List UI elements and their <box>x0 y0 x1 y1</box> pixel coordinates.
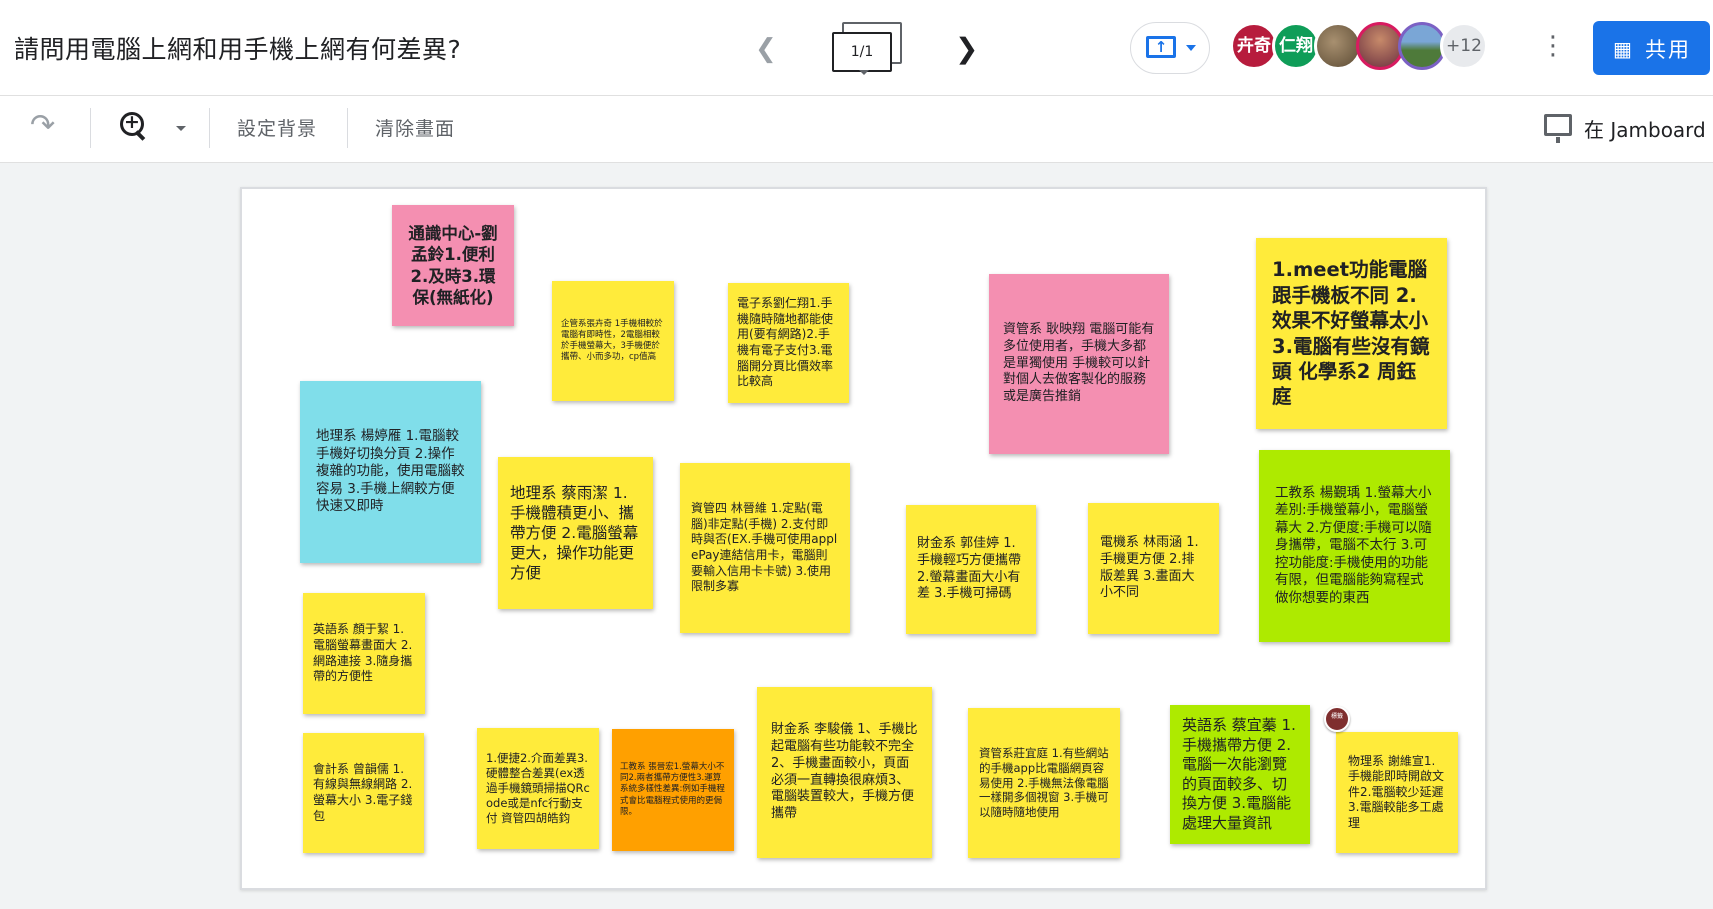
frame-selector[interactable]: 1/1 <box>830 22 902 75</box>
sticky-note[interactable]: 物理系 謝維宣1.手機能即時開啟文件2.電腦較少延遲3.電腦較能多工處理 <box>1336 732 1458 853</box>
avatar[interactable]: 卉奇 <box>1230 22 1278 70</box>
zoom-button[interactable]: + <box>116 106 150 146</box>
sticky-note-text: 1.meet功能電腦跟手機板不同 2.效果不好螢幕太小 3.電腦有些沒有鏡頭 化… <box>1272 258 1430 409</box>
sticky-note[interactable]: 英語系 蔡宜蓁 1.手機攜帶方便 2.電腦一次能瀏覽的頁面較多、切換方便 3.電… <box>1170 705 1310 844</box>
open-in-jamboard-label: 在 Jamboard <box>1584 118 1706 142</box>
sticky-note[interactable]: 財金系 郭佳婷 1.手機輕巧方便攜帶 2.螢幕畫面大小有差 3.手機可掃碼 <box>906 505 1036 634</box>
toolbar: ↷ + 設定背景 清除畫面 在 Jamboard <box>0 96 1713 163</box>
plus-icon: + <box>124 111 140 133</box>
previous-frame-button[interactable]: ❮ <box>755 34 777 64</box>
sticky-note[interactable]: 財金系 李駿儀 1、手機比起電腦有些功能較不完全2、手機畫面較小，頁面必須一直轉… <box>757 687 932 858</box>
set-background-button[interactable]: 設定背景 <box>237 114 317 141</box>
sticky-note[interactable]: 會計系 曾韻儒 1.有線與無線網路 2.螢幕大小 3.電子錢包 <box>303 733 424 853</box>
sticky-note[interactable]: 英語系 顏于絜 1.電腦螢幕畫面大 2.網路連接 3.隨身攜帶的方便性 <box>303 593 425 714</box>
sticky-note[interactable]: 工教系 張晉宏1.螢幕大小不同2.兩者攜帶方便性3.運算系統多樣性差異:例如手機… <box>612 729 734 851</box>
avatar-overflow-count[interactable]: +12 <box>1440 22 1488 70</box>
sticky-note-text: 財金系 郭佳婷 1.手機輕巧方便攜帶 2.螢幕畫面大小有差 3.手機可掃碼 <box>917 535 1022 602</box>
redo-icon[interactable]: ↷ <box>30 108 55 143</box>
sticky-note[interactable]: 資管系 耿映翔 電腦可能有多位使用者，手機大多都是單獨使用 手機較可以針對個人去… <box>989 274 1169 454</box>
sticky-note-text: 英語系 顏于絜 1.電腦螢幕畫面大 2.網路連接 3.隨身攜帶的方便性 <box>313 622 413 684</box>
sticky-note-text: 工教系 張晉宏1.螢幕大小不同2.兩者攜帶方便性3.運算系統多樣性差異:例如手機… <box>620 762 725 817</box>
sticky-note-text: 財金系 李駿儀 1、手機比起電腦有些功能較不完全2、手機畫面較小，頁面必須一直轉… <box>771 721 918 822</box>
map-pin-icon[interactable]: 標籤 <box>1324 706 1350 732</box>
sticky-note-text: 英語系 蔡宜蓁 1.手機攜帶方便 2.電腦一次能瀏覽的頁面較多、切換方便 3.電… <box>1182 716 1296 832</box>
divider <box>347 108 348 148</box>
share-label: 共用 <box>1645 38 1691 62</box>
sticky-note-text: 地理系 蔡雨潔 1.手機體積更小、攜帶方便 2.電腦螢幕更大，操作功能更方便 <box>510 483 639 583</box>
frame-counter: 1/1 <box>832 32 892 72</box>
sticky-note-text: 電機系 林雨涵 1.手機更方便 2.排版差異 3.畫面大小不同 <box>1100 534 1199 601</box>
avatar[interactable] <box>1398 22 1446 70</box>
sticky-note[interactable]: 1.便捷2.介面差異3.硬體整合差異(ex透過手機鏡頭掃描QRcode或是nfc… <box>477 728 599 849</box>
share-button[interactable]: ▦ 共用 <box>1593 21 1710 75</box>
sticky-note-text: 地理系 楊婷雁 1.電腦較手機好切換分頁 2.操作複雜的功能，使用電腦較容易 3… <box>316 428 465 515</box>
sticky-note[interactable]: 資管系莊宜庭 1.有些網站的手機app比電腦網頁容易使用 2.手機無法像電腦一樣… <box>968 708 1120 858</box>
chevron-down-icon <box>859 70 869 75</box>
clear-frame-button[interactable]: 清除畫面 <box>375 114 455 141</box>
sticky-note-text: 電子系劉仁翔1.手機隨時隨地都能使用(要有網路)2.手機有電子支付3.電腦開分頁… <box>737 296 834 389</box>
sticky-note[interactable]: 企管系張卉奇 1手機相較於電腦有即時性，2電腦相較於手機螢幕大，3手機便於攜帶、… <box>552 281 674 401</box>
sticky-note[interactable]: 工教系 楊覲瑀 1.螢幕大小差別:手機螢幕小，電腦螢幕大 2.方便度:手機可以隨… <box>1259 450 1450 642</box>
board-title[interactable]: 請問用電腦上網和用手機上網有何差異? <box>14 30 461 66</box>
sticky-note[interactable]: 地理系 蔡雨潔 1.手機體積更小、攜帶方便 2.電腦螢幕更大，操作功能更方便 <box>498 457 653 609</box>
avatar[interactable] <box>1314 22 1362 70</box>
zoom-dropdown-icon[interactable] <box>176 126 186 131</box>
sticky-note-text: 工教系 楊覲瑀 1.螢幕大小差別:手機螢幕小，電腦螢幕大 2.方便度:手機可以隨… <box>1275 484 1432 606</box>
sticky-note-text: 通識中心-劉孟鈴1.便利2.及時3.環保(無紙化) <box>408 223 498 307</box>
avatar-label: 仁翔 <box>1279 36 1313 56</box>
chevron-down-icon <box>1186 45 1196 51</box>
divider <box>90 108 91 148</box>
avatar-overflow-label: +12 <box>1446 36 1482 56</box>
next-frame-button[interactable]: ❯ <box>955 32 978 65</box>
present-icon: ↑ <box>1146 36 1176 58</box>
sticky-note[interactable]: 1.meet功能電腦跟手機板不同 2.效果不好螢幕太小 3.電腦有些沒有鏡頭 化… <box>1256 238 1447 429</box>
sticky-note-text: 物理系 謝維宣1.手機能即時開啟文件2.電腦較少延遲3.電腦較能多工處理 <box>1348 753 1445 830</box>
pin-label: 標籤 <box>1330 713 1343 720</box>
present-button[interactable]: ↑ <box>1130 22 1210 74</box>
sticky-note[interactable]: 電子系劉仁翔1.手機隨時隨地都能使用(要有網路)2.手機有電子支付3.電腦開分頁… <box>728 283 849 403</box>
sticky-note[interactable]: 通識中心-劉孟鈴1.便利2.及時3.環保(無紙化) <box>392 205 514 326</box>
sticky-note-text: 會計系 曾韻儒 1.有線與無線網路 2.螢幕大小 3.電子錢包 <box>313 761 413 823</box>
top-bar: 請問用電腦上網和用手機上網有何差異? ❮ 1/1 ❯ ↑ 卉奇 仁翔 +12 ⋮… <box>0 0 1713 96</box>
jamboard-canvas[interactable]: 通識中心-劉孟鈴1.便利2.及時3.環保(無紙化) 企管系張卉奇 1手機相較於電… <box>240 187 1487 890</box>
present-to-screen-icon <box>1544 114 1572 143</box>
sticky-note-text: 資管系莊宜庭 1.有些網站的手機app比電腦網頁容易使用 2.手機無法像電腦一樣… <box>979 745 1109 820</box>
sticky-note[interactable]: 電機系 林雨涵 1.手機更方便 2.排版差異 3.畫面大小不同 <box>1088 503 1219 634</box>
divider <box>209 108 210 148</box>
avatar[interactable]: 仁翔 <box>1272 22 1320 70</box>
avatar-label: 卉奇 <box>1237 36 1271 56</box>
building-icon: ▦ <box>1613 37 1632 61</box>
sticky-note-text: 資管四 林晉維 1.定點(電腦)非定點(手機) 2.支付即時與否(EX.手機可使… <box>691 501 838 594</box>
sticky-note-text: 1.便捷2.介面差異3.硬體整合差異(ex透過手機鏡頭掃描QRcode或是nfc… <box>486 751 590 825</box>
sticky-note-text: 資管系 耿映翔 電腦可能有多位使用者，手機大多都是單獨使用 手機較可以針對個人去… <box>1003 321 1155 405</box>
sticky-note[interactable]: 地理系 楊婷雁 1.電腦較手機好切換分頁 2.操作複雜的功能，使用電腦較容易 3… <box>300 381 481 563</box>
sticky-note-text: 企管系張卉奇 1手機相較於電腦有即時性，2電腦相較於手機螢幕大，3手機便於攜帶、… <box>561 318 663 363</box>
avatar[interactable] <box>1356 22 1404 70</box>
sticky-note[interactable]: 資管四 林晉維 1.定點(電腦)非定點(手機) 2.支付即時與否(EX.手機可使… <box>680 463 850 633</box>
more-options-icon[interactable]: ⋮ <box>1540 26 1566 66</box>
